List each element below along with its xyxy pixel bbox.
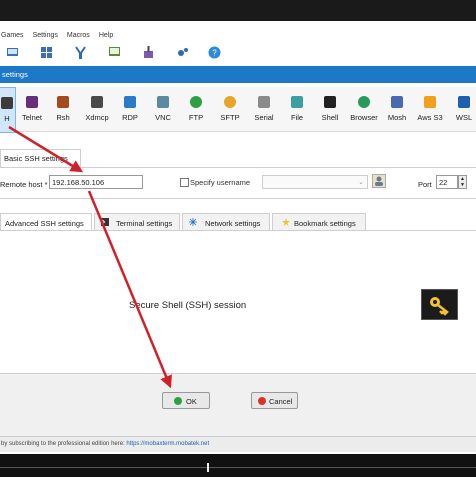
- footer-link[interactable]: https://mobaxterm.mobatek.net: [126, 441, 209, 447]
- rsh-icon: [57, 96, 69, 108]
- session-type-wsl[interactable]: WSL: [447, 87, 476, 131]
- dialog-titlebar: settings: [0, 66, 476, 83]
- main-toolbar: ?: [0, 46, 240, 68]
- help-icon[interactable]: ?: [208, 46, 221, 59]
- ssh-key-icon-box: [421, 289, 458, 320]
- aws-s3-icon: [424, 96, 436, 108]
- progress-track: [0, 467, 476, 468]
- ftp-icon: [190, 96, 202, 108]
- footer-text: by subscribing to the professional editi…: [1, 441, 125, 447]
- basic-settings-panel: Remote host * 192.168.50.106 Specify use…: [0, 167, 476, 199]
- session-type-bar: H Telnet Rsh Xdmcp RDP VNC FTP SFTP Seri…: [0, 87, 476, 133]
- user-icon: [375, 176, 383, 186]
- username-select[interactable]: ⌄: [262, 175, 368, 189]
- tab-network-settings[interactable]: Network settings: [182, 213, 270, 231]
- session-tool-icon[interactable]: [6, 46, 19, 59]
- menu-games[interactable]: Games: [1, 32, 24, 44]
- gear-icon[interactable]: [176, 46, 189, 59]
- session-type-browser[interactable]: Browser: [347, 87, 381, 131]
- terminal-icon: [101, 218, 109, 226]
- serial-icon: [258, 96, 270, 108]
- star-icon: [282, 218, 290, 226]
- port-stepper[interactable]: ▲ ▼: [458, 175, 467, 189]
- session-type-shell[interactable]: Shell: [313, 87, 347, 131]
- xdmcp-icon: [91, 96, 103, 108]
- session-type-rdp[interactable]: RDP: [113, 87, 147, 131]
- rdp-icon: [124, 96, 136, 108]
- menu-macros[interactable]: Macros: [67, 32, 90, 44]
- network-icon: [189, 218, 197, 226]
- tools-tool-icon[interactable]: [74, 46, 87, 59]
- specify-username-label: Specify username: [190, 178, 251, 187]
- shell-icon: [324, 96, 336, 108]
- remote-host-label: Remote host *: [0, 180, 48, 189]
- settings-tabs: Advanced SSH settings Terminal settings …: [0, 213, 476, 231]
- view-tool-icon[interactable]: [108, 46, 121, 59]
- sftp-icon: [224, 96, 236, 108]
- tab-bookmark-settings[interactable]: Bookmark settings: [272, 213, 366, 231]
- session-type-file[interactable]: File: [280, 87, 314, 131]
- specify-username-checkbox[interactable]: [180, 178, 189, 187]
- session-type-serial[interactable]: Serial: [247, 87, 281, 131]
- cancel-icon: [258, 397, 266, 405]
- session-type-xdmcp[interactable]: Xdmcp: [80, 87, 114, 131]
- app-window: Games Settings Macros Help ? settings H …: [0, 21, 476, 454]
- session-type-ftp[interactable]: FTP: [179, 87, 213, 131]
- servers-tool-icon[interactable]: [40, 46, 53, 59]
- menu-bar: Games Settings Macros Help: [0, 32, 113, 44]
- session-type-telnet[interactable]: Telnet: [15, 87, 49, 131]
- vnc-icon: [157, 96, 169, 108]
- chevron-down-icon: ⌄: [358, 179, 364, 186]
- dialog-title: settings: [2, 70, 28, 79]
- session-content-panel: Secure Shell (SSH) session: [0, 230, 476, 374]
- port-label: Port: [418, 180, 432, 189]
- browser-icon: [358, 96, 370, 108]
- session-type-sftp[interactable]: SFTP: [213, 87, 247, 131]
- cancel-button[interactable]: Cancel: [251, 392, 298, 409]
- mosh-icon: [391, 96, 403, 108]
- progress-marker: [207, 463, 209, 472]
- telnet-icon: [26, 96, 38, 108]
- menu-help[interactable]: Help: [99, 32, 113, 44]
- session-type-aws-s3[interactable]: Aws S3: [413, 87, 447, 131]
- ok-button[interactable]: OK: [162, 392, 210, 409]
- session-type-ssh[interactable]: H: [0, 87, 16, 133]
- svg-text:?: ?: [212, 49, 217, 58]
- top-black-bar: [0, 0, 476, 21]
- file-icon: [291, 96, 303, 108]
- bottom-black-bar: [0, 454, 476, 477]
- session-type-vnc[interactable]: VNC: [146, 87, 180, 131]
- remote-host-input[interactable]: 192.168.50.106: [49, 175, 143, 189]
- session-type-rsh[interactable]: Rsh: [46, 87, 80, 131]
- session-type-mosh[interactable]: Mosh: [380, 87, 414, 131]
- tab-terminal-settings[interactable]: Terminal settings: [94, 213, 180, 231]
- port-input[interactable]: 22: [436, 175, 458, 189]
- tab-basic-ssh-settings[interactable]: Basic SSH settings: [0, 149, 81, 168]
- split-tool-icon[interactable]: [142, 46, 155, 59]
- ssh-icon: [1, 97, 13, 109]
- session-description: Secure Shell (SSH) session: [129, 300, 247, 311]
- key-icon: [430, 297, 449, 316]
- menu-settings[interactable]: Settings: [33, 32, 58, 44]
- tab-advanced-ssh-settings[interactable]: Advanced SSH settings: [0, 213, 92, 231]
- status-footer: by subscribing to the professional editi…: [0, 436, 476, 452]
- user-credentials-button[interactable]: [372, 174, 386, 188]
- dialog-button-area: OK Cancel: [0, 373, 476, 436]
- check-icon: [174, 397, 182, 405]
- wsl-icon: [458, 96, 470, 108]
